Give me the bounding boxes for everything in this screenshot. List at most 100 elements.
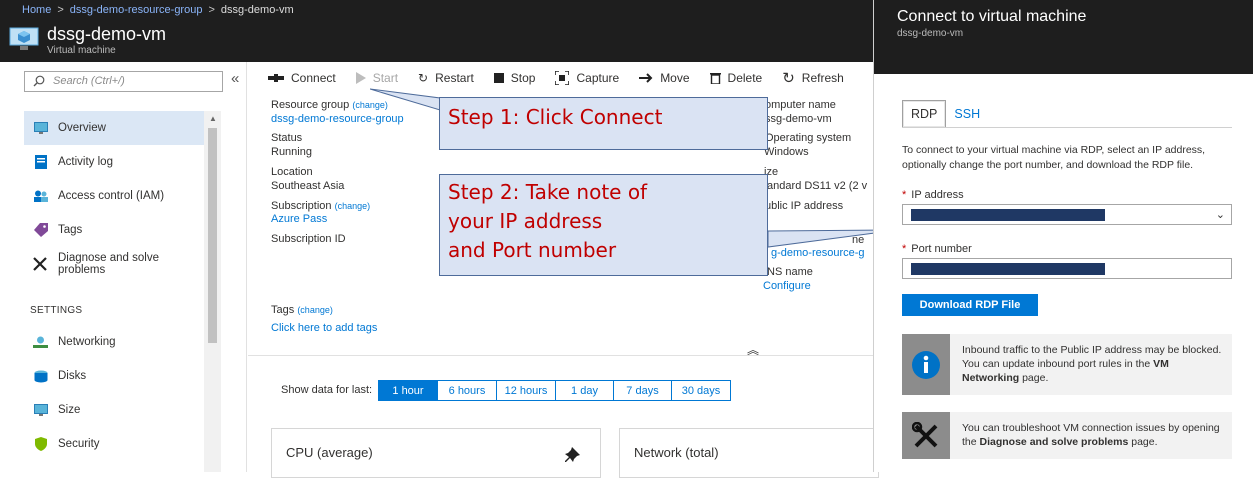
range-1-day[interactable]: 1 day (555, 380, 614, 401)
nav-item-tags[interactable]: Tags (24, 213, 204, 247)
refresh-label: Refresh (801, 71, 844, 85)
page-title: dssg-demo-vm (47, 24, 167, 44)
protocol-tabs: RDP SSH (902, 100, 988, 127)
nav-item-label: Size (58, 404, 81, 416)
redacted-port-value (911, 263, 1105, 275)
step1-text: Step 1: Click Connect (448, 105, 663, 129)
tab-rdp[interactable]: RDP (902, 100, 947, 127)
info-icon-cell (902, 334, 950, 395)
tags-label-text: Tags (271, 304, 295, 316)
people-icon (33, 189, 48, 204)
location-label: Location (271, 166, 313, 178)
pin-icon[interactable] (565, 447, 581, 463)
blade-subtitle: dssg-demo-vm (897, 28, 964, 39)
scrollbar-thumb[interactable] (208, 128, 217, 343)
breadcrumb-home[interactable]: Home (22, 4, 51, 16)
nav-item-networking[interactable]: Networking (24, 325, 204, 359)
move-button[interactable]: Move (639, 71, 690, 85)
stop-button[interactable]: Stop (493, 71, 535, 85)
nav-item-size[interactable]: Size (24, 393, 204, 427)
range-1-hour[interactable]: 1 hour (378, 380, 438, 401)
scroll-up-icon[interactable]: ▲ (209, 114, 217, 123)
nav-item-overview[interactable]: Overview (24, 111, 204, 145)
change-tags-link[interactable]: (change) (297, 305, 333, 315)
step2-callout: Step 2: Take note of your IP address and… (439, 174, 768, 276)
delete-label: Delete (727, 71, 763, 85)
search-placeholder: Search (Ctrl+/) (53, 75, 125, 87)
ip-address-label-text: IP address (911, 189, 964, 201)
ip-address-label: * IP address (902, 189, 964, 201)
time-range-selector: 1 hour 6 hours 12 hours 1 day 7 days 30 … (378, 380, 731, 401)
nav-scrollbar[interactable]: ▲ (204, 111, 221, 472)
cpu-chart-card[interactable]: CPU (average) (271, 428, 601, 478)
nav-item-activity-log[interactable]: Activity log (24, 145, 204, 179)
nav-item-label: Networking (58, 336, 116, 348)
change-subscription-link[interactable]: (change) (335, 201, 371, 211)
resource-menu: Search (Ctrl+/) « Overview Activity log … (0, 62, 247, 472)
arrow-right-icon (639, 73, 653, 83)
tab-ssh[interactable]: SSH (946, 100, 988, 127)
breadcrumb-resource-group[interactable]: dssg-demo-resource-group (70, 4, 203, 16)
activity-log-icon (33, 155, 48, 170)
delete-button[interactable]: Delete (709, 71, 763, 85)
refresh-button[interactable]: ↻ Refresh (782, 69, 844, 87)
download-rdp-button[interactable]: Download RDP File (902, 294, 1038, 316)
section-divider (248, 355, 873, 356)
nav-item-label: Disks (58, 370, 87, 382)
tools-icon (912, 421, 938, 447)
location-value: Southeast Asia (271, 180, 345, 192)
status-label: Status (271, 132, 303, 144)
dns-configure-link[interactable]: Configure (763, 280, 811, 292)
nav-item-label: Tags (58, 224, 83, 236)
nav-item-diagnose[interactable]: Diagnose and solve problems (24, 247, 209, 281)
restart-button[interactable]: ↻ Restart (418, 71, 474, 85)
port-number-input[interactable] (902, 258, 1232, 279)
info-message-diagnose: You can troubleshoot VM connection issue… (902, 412, 1232, 459)
ip-address-dropdown[interactable]: ⌄ (902, 204, 1232, 225)
step2-text-line3: and Port number (448, 238, 617, 262)
info-icon (912, 350, 940, 379)
virtual-machine-icon (9, 27, 39, 50)
port-number-label: * Port number (902, 243, 972, 255)
step2-text-line2: your IP address (448, 209, 603, 233)
search-input[interactable]: Search (Ctrl+/) (24, 71, 223, 92)
computer-name-label: omputer name (765, 99, 836, 111)
shield-icon (33, 437, 48, 452)
subscription-id-label: Subscription ID (271, 233, 346, 245)
trash-icon (709, 72, 721, 84)
connect-plug-icon (268, 73, 284, 83)
monitor-icon (33, 121, 48, 136)
play-icon (355, 72, 366, 84)
info1-text-end: page. (1019, 372, 1049, 384)
nav-item-access-control[interactable]: Access control (IAM) (24, 179, 204, 213)
step2-text-line1: Step 2: Take note of (448, 180, 648, 204)
port-number-label-text: Port number (911, 243, 972, 255)
blade-title: Connect to virtual machine (897, 8, 1087, 25)
capture-label: Capture (576, 71, 620, 85)
subscription-link[interactable]: Azure Pass (271, 213, 327, 225)
network-chart-card[interactable]: Network (total) (619, 428, 879, 478)
required-marker: * (902, 189, 907, 201)
range-7-days[interactable]: 7 days (613, 380, 672, 401)
blade-header: Connect to virtual machine dssg-demo-vm (874, 0, 1253, 74)
size-value: tandard DS11 v2 (2 v (764, 180, 868, 192)
start-button[interactable]: Start (355, 71, 399, 85)
os-label: Operating system (765, 132, 852, 144)
breadcrumb: Home > dssg-demo-resource-group > dssg-d… (22, 4, 294, 16)
start-label: Start (372, 71, 399, 85)
info2-text-end: page. (1128, 436, 1158, 448)
info-text-networking: Inbound traffic to the Public IP address… (962, 343, 1224, 385)
diagnose-link[interactable]: Diagnose and solve problems (980, 436, 1129, 448)
range-6-hours[interactable]: 6 hours (437, 380, 497, 401)
capture-button[interactable]: Capture (555, 71, 619, 85)
nav-item-disks[interactable]: Disks (24, 359, 204, 393)
connect-button[interactable]: Connect (268, 71, 336, 85)
add-tags-link[interactable]: Click here to add tags (271, 322, 377, 334)
range-30-days[interactable]: 30 days (671, 380, 731, 401)
collapse-menu-icon[interactable]: « (231, 70, 239, 87)
subscription-label: Subscription (change) (271, 200, 370, 212)
range-12-hours[interactable]: 12 hours (496, 380, 556, 401)
status-value: Running (271, 146, 312, 158)
time-range-label: Show data for last: (281, 384, 373, 396)
nav-item-security[interactable]: Security (24, 427, 204, 461)
